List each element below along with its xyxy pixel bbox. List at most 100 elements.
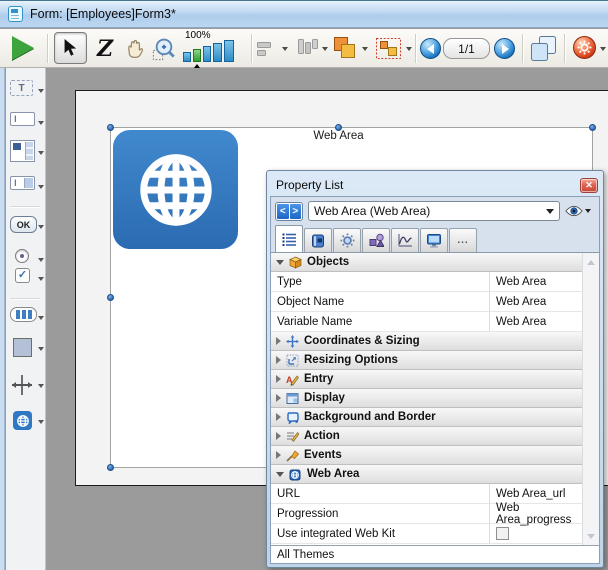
entry-order-tool-button[interactable]: Z — [91, 35, 119, 63]
object-selector-dropdown[interactable]: Web Area (Web Area) — [308, 201, 560, 221]
monitor-icon — [426, 233, 442, 248]
tab-objects[interactable] — [362, 228, 390, 252]
align-menu-icon[interactable] — [257, 41, 279, 57]
expand-triangle-icon[interactable] — [276, 375, 281, 383]
checkbox-tool-caret[interactable] — [38, 277, 44, 281]
input-tool-caret[interactable] — [38, 121, 44, 125]
section-background-border[interactable]: Background and Border — [271, 408, 582, 427]
level-menu-caret[interactable] — [362, 47, 368, 51]
combobox-tool-caret[interactable] — [38, 185, 44, 189]
selection-handle-top-left[interactable] — [107, 124, 114, 131]
checkbox-tool-button[interactable]: ✓ — [9, 268, 45, 292]
property-row-web-kit[interactable]: Use integrated Web Kit — [271, 524, 582, 544]
next-object-icon[interactable]: > — [290, 204, 302, 219]
collapse-triangle-icon[interactable] — [276, 472, 284, 477]
dropdown-caret-icon — [546, 209, 554, 214]
distribute-menu-icon[interactable] — [295, 39, 319, 58]
expand-triangle-icon[interactable] — [276, 394, 281, 402]
rectangle-tool-caret[interactable] — [38, 347, 44, 351]
zoom-bar-100[interactable] — [193, 49, 201, 62]
combobox-tool-button[interactable]: I — [9, 176, 45, 200]
zoom-bar-50[interactable] — [183, 52, 191, 62]
tab-settings[interactable] — [333, 228, 361, 252]
splitter-tool-caret[interactable] — [38, 384, 44, 388]
form-window-icon — [8, 6, 23, 22]
scroll-up-arrow[interactable] — [583, 254, 599, 270]
expand-triangle-icon[interactable] — [276, 432, 281, 440]
section-action[interactable]: Action — [271, 427, 582, 446]
web-kit-checkbox[interactable] — [496, 527, 509, 540]
previous-page-button[interactable] — [420, 38, 441, 59]
method-menu-caret[interactable] — [600, 47, 606, 51]
move-tool-button[interactable] — [121, 35, 149, 63]
form-pages-icon[interactable] — [529, 36, 558, 62]
button-bar-tool-button[interactable] — [9, 307, 45, 331]
splitter-tool-button[interactable] — [9, 374, 45, 398]
tab-chart[interactable] — [391, 228, 419, 252]
property-row-type[interactable]: Type Web Area — [271, 272, 582, 292]
property-list-window: Property List ✕ < > Web Area (Web Area) — [266, 170, 604, 568]
level-menu-icon[interactable] — [332, 36, 358, 61]
selection-handle-middle-left[interactable] — [107, 294, 114, 301]
object-selector-row: < > Web Area (Web Area) — [271, 197, 599, 225]
property-row-variable-name[interactable]: Variable Name Web Area — [271, 312, 582, 332]
web-area-tool-button[interactable] — [9, 411, 45, 435]
group-menu-icon[interactable] — [376, 38, 401, 59]
radio-button-tool-caret[interactable] — [38, 258, 44, 262]
tab-all-properties[interactable] — [275, 225, 303, 252]
property-row-progression[interactable]: Progression Web Area_progress — [271, 504, 582, 524]
view-options-button[interactable] — [565, 205, 595, 217]
selection-handle-top-center[interactable] — [335, 124, 342, 131]
web-area-tool-caret[interactable] — [38, 420, 44, 424]
expand-triangle-icon[interactable] — [276, 356, 281, 364]
next-page-button[interactable] — [494, 38, 515, 59]
section-objects[interactable]: Objects — [271, 253, 582, 272]
tab-more[interactable]: ... — [449, 228, 477, 252]
tab-library[interactable] — [304, 228, 332, 252]
zoom-tool-button[interactable] — [150, 35, 178, 63]
listbox-tool-button[interactable] — [9, 140, 45, 164]
zoom-bar-400[interactable] — [213, 43, 222, 62]
property-row-object-name[interactable]: Object Name Web Area — [271, 292, 582, 312]
section-web-area[interactable]: Web Area — [271, 465, 582, 484]
button-bar-tool-caret[interactable] — [38, 316, 44, 320]
section-entry[interactable]: A Entry — [271, 370, 582, 389]
selection-handle-top-right[interactable] — [589, 124, 596, 131]
text-tool-caret[interactable] — [38, 89, 44, 93]
selection-tool-button[interactable] — [54, 32, 87, 64]
property-list-scrollbar[interactable] — [582, 253, 599, 545]
listbox-tool-caret[interactable] — [38, 151, 44, 155]
selection-handle-bottom-left[interactable] — [107, 464, 114, 471]
method-menu-button[interactable] — [573, 36, 596, 59]
align-menu-caret[interactable] — [282, 47, 288, 51]
button-tool-caret[interactable] — [38, 225, 44, 229]
input-tool-button[interactable]: I — [9, 112, 45, 136]
scroll-down-arrow[interactable] — [583, 528, 599, 544]
previous-object-icon[interactable]: < — [277, 204, 289, 219]
collapse-triangle-icon[interactable] — [276, 260, 284, 265]
expand-triangle-icon[interactable] — [276, 337, 281, 345]
expand-triangle-icon[interactable] — [276, 413, 281, 421]
section-resizing-options[interactable]: Resizing Options — [271, 351, 582, 370]
rectangle-tool-button[interactable] — [9, 338, 45, 362]
action-icon — [286, 430, 299, 443]
section-events[interactable]: Events — [271, 446, 582, 465]
section-coordinates-sizing[interactable]: Coordinates & Sizing — [271, 332, 582, 351]
group-menu-caret[interactable] — [406, 47, 412, 51]
tab-display[interactable] — [420, 228, 448, 252]
section-display[interactable]: Display — [271, 389, 582, 408]
zoom-bar-800[interactable] — [224, 40, 234, 62]
distribute-menu-caret[interactable] — [322, 47, 328, 51]
zoom-bar-200[interactable] — [203, 46, 211, 62]
object-navigation-arrows[interactable]: < > — [275, 202, 303, 221]
combobox-tool-icon: I — [10, 176, 35, 190]
expand-triangle-icon[interactable] — [276, 451, 281, 459]
toolbar-separator — [47, 34, 48, 63]
themes-filter-bar[interactable]: All Themes — [271, 545, 599, 563]
zoom-level-bars[interactable]: 100% — [183, 30, 247, 68]
button-tool-button[interactable]: OK — [9, 216, 45, 240]
text-tool-button[interactable]: T — [9, 80, 45, 104]
close-button[interactable]: ✕ — [580, 178, 598, 193]
property-list-titlebar[interactable]: Property List ✕ — [270, 174, 600, 196]
execute-form-button[interactable] — [12, 36, 34, 60]
